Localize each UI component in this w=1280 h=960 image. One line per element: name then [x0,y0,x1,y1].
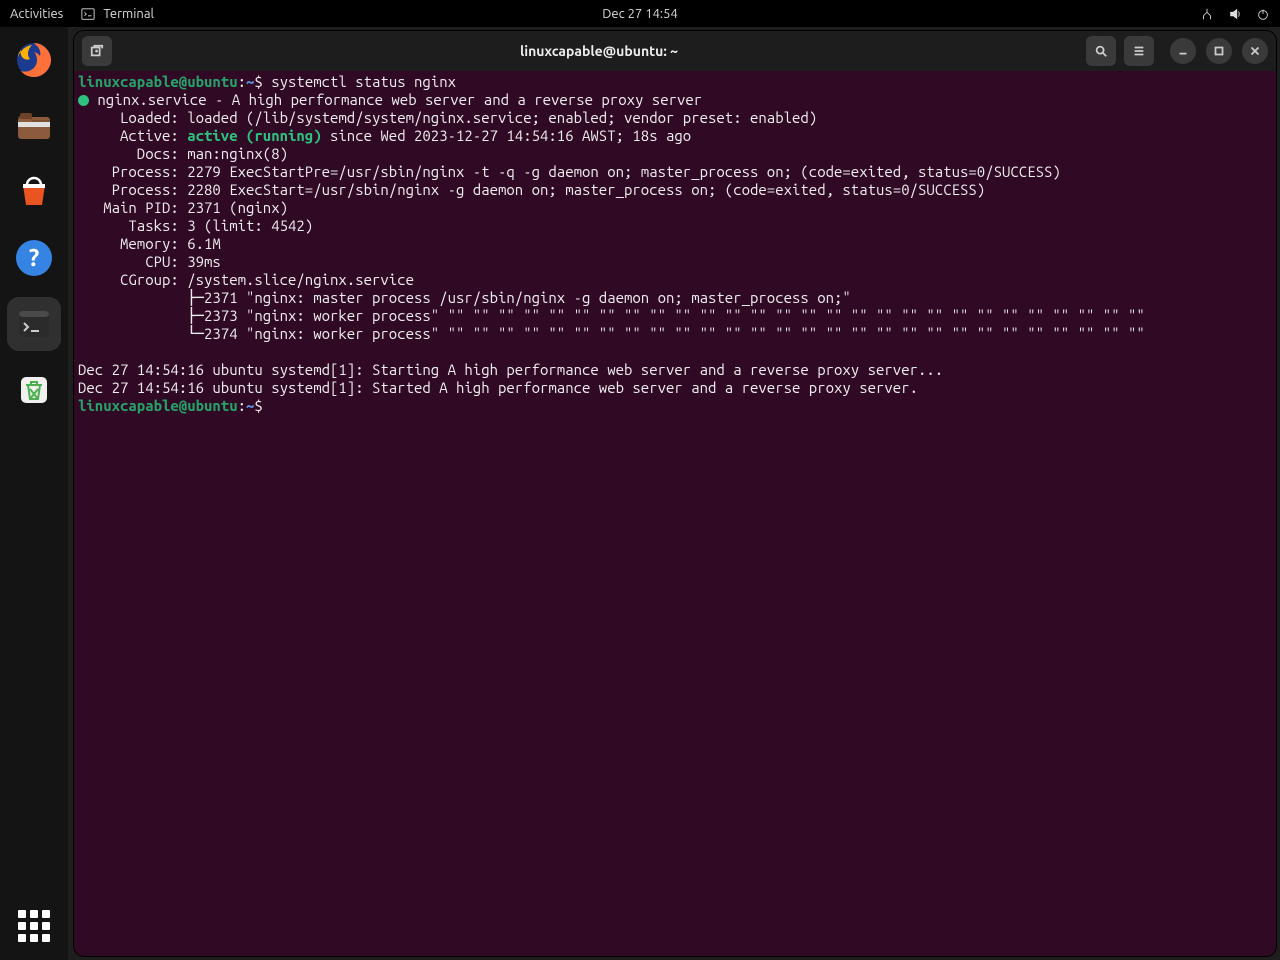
terminal-output[interactable]: linuxcapable@ubuntu:~$ systemctl status … [74,71,1276,419]
journal-line: Dec 27 14:54:16 ubuntu systemd[1]: Start… [78,379,918,396]
window-title: linuxcapable@ubuntu: ~ [120,43,1078,59]
prompt-userhost: linuxcapable@ubuntu [78,73,238,90]
terminal-scroll-area[interactable]: linuxcapable@ubuntu:~$ systemctl status … [74,71,1276,956]
dock-trash[interactable] [7,363,61,417]
process-line: Process: 2279 ExecStartPre=/usr/sbin/ngi… [78,163,1061,180]
close-button[interactable] [1242,38,1268,64]
dock-software[interactable] [7,165,61,219]
terminal-window: linuxcapable@ubuntu: ~ linuxcapa [74,31,1276,956]
app-menu-label: Terminal [103,7,154,21]
docs-line: Docs: man:nginx(8) [78,145,288,162]
cgroup-tree-line: ├─2371 "nginx: master process /usr/sbin/… [78,289,851,306]
hamburger-menu-button[interactable] [1124,36,1154,66]
terminal-icon [81,7,95,21]
cgroup-tree-line: ├─2373 "nginx: worker process" "" "" "" … [78,307,1145,324]
new-tab-button[interactable] [82,36,112,66]
dock-help[interactable]: ? [7,231,61,285]
network-icon[interactable] [1200,7,1214,21]
maximize-button[interactable] [1206,38,1232,64]
active-state: active (running) [187,127,321,144]
volume-icon[interactable] [1228,7,1242,21]
status-dot-icon [78,95,89,106]
tasks-line: Tasks: 3 (limit: 4542) [78,217,313,234]
mainpid-line: Main PID: 2371 (nginx) [78,199,288,216]
minimize-button[interactable] [1170,38,1196,64]
titlebar: linuxcapable@ubuntu: ~ [74,31,1276,71]
command-text: systemctl status nginx [271,73,456,90]
process-line: Process: 2280 ExecStart=/usr/sbin/nginx … [78,181,985,198]
search-button[interactable] [1086,36,1116,66]
clock[interactable]: Dec 27 14:54 [602,7,678,21]
service-line: nginx.service - A high performance web s… [89,91,702,108]
dock: ? [0,27,68,960]
activities-button[interactable]: Activities [10,7,63,21]
cpu-line: CPU: 39ms [78,253,221,270]
journal-line: Dec 27 14:54:16 ubuntu systemd[1]: Start… [78,361,943,378]
cgroup-line: CGroup: /system.slice/nginx.service [78,271,414,288]
memory-line: Memory: 6.1M [78,235,221,252]
dock-terminal[interactable] [7,297,61,351]
dock-firefox[interactable] [7,33,61,87]
power-icon[interactable] [1256,7,1270,21]
loaded-line: Loaded: loaded (/lib/systemd/system/ngin… [78,109,817,126]
show-applications-button[interactable] [18,910,50,942]
svg-text:?: ? [29,244,40,271]
prompt-userhost: linuxcapable@ubuntu [78,397,238,414]
cgroup-tree-line: └─2374 "nginx: worker process" "" "" "" … [78,325,1145,342]
dock-files[interactable] [7,99,61,153]
gnome-topbar: Activities Terminal Dec 27 14:54 [0,0,1280,27]
app-menu[interactable]: Terminal [81,7,154,21]
